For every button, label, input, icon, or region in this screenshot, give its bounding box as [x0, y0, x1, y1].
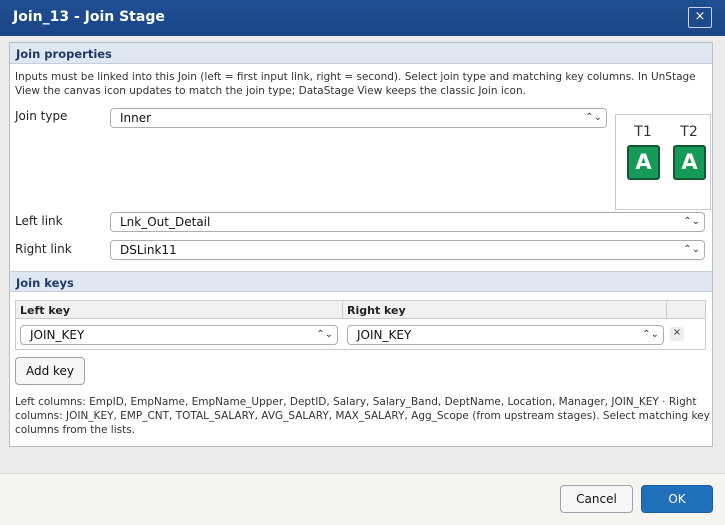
- right-link-value: DSLink11: [120, 243, 177, 257]
- join-type-select[interactable]: Inner ⌃⌄: [110, 108, 607, 128]
- close-icon: ×: [694, 9, 706, 24]
- close-button[interactable]: ×: [688, 7, 712, 28]
- left-key-header: Left key: [16, 301, 343, 319]
- chevron-updown-icon: ⌃⌄: [683, 216, 700, 227]
- chevron-updown-icon: ⌃⌄: [642, 329, 659, 340]
- join-properties-description: Inputs must be linked into this Join (le…: [15, 71, 696, 97]
- left-link-select[interactable]: Lnk_Out_Detail ⌃⌄: [110, 212, 705, 232]
- join-properties-heading: Join properties: [10, 43, 712, 64]
- ok-button[interactable]: OK: [641, 485, 713, 513]
- right-key-value: JOIN_KEY: [357, 328, 412, 342]
- dialog-title-bar: Join_13 - Join Stage ×: [0, 0, 725, 36]
- left-key-select[interactable]: JOIN_KEY ⌃⌄: [20, 325, 338, 345]
- right-key-select[interactable]: JOIN_KEY ⌃⌄: [347, 325, 664, 345]
- remove-icon: ×: [672, 327, 682, 338]
- join-keys-table: Left key Right key JOIN_KEY ⌃⌄ JOIN_KEY …: [15, 300, 706, 350]
- t2-label: T2: [680, 124, 698, 140]
- right-key-header: Right key: [343, 301, 667, 319]
- remove-key-button[interactable]: ×: [670, 327, 684, 341]
- actions-header: [667, 301, 705, 319]
- t2-table-icon: A: [673, 145, 706, 180]
- left-link-value: Lnk_Out_Detail: [120, 215, 211, 229]
- chevron-updown-icon: ⌃⌄: [683, 244, 700, 255]
- join-type-value: Inner: [120, 111, 152, 125]
- left-link-label: Left link: [15, 214, 63, 228]
- join-type-label: Join type: [15, 109, 68, 123]
- dialog-title: Join_13 - Join Stage: [13, 9, 165, 25]
- t1-label: T1: [634, 124, 652, 140]
- columns-note: Left columns: EmpID, EmpName, EmpName_Up…: [15, 396, 710, 436]
- right-link-label: Right link: [15, 242, 72, 256]
- chevron-updown-icon: ⌃⌄: [316, 329, 333, 340]
- properties-panel: Join properties Inputs must be linked in…: [9, 42, 713, 447]
- right-link-select[interactable]: DSLink11 ⌃⌄: [110, 240, 705, 260]
- dialog-body: Join properties Inputs must be linked in…: [0, 36, 725, 473]
- cancel-button[interactable]: Cancel: [560, 485, 633, 513]
- left-key-value: JOIN_KEY: [30, 328, 85, 342]
- chevron-updown-icon: ⌃⌄: [585, 112, 602, 123]
- t1-table-icon: A: [627, 145, 660, 180]
- join-type-preview: T1 T2 A A: [615, 114, 711, 210]
- add-key-button[interactable]: Add key: [15, 357, 85, 385]
- dialog-footer: Cancel OK: [0, 473, 725, 525]
- join-keys-heading: Join keys: [10, 271, 712, 292]
